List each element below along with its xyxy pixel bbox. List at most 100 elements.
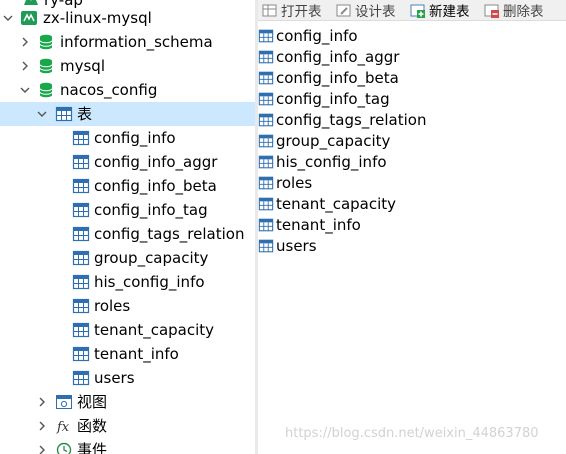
tree-item-database[interactable]: information_schema [0, 30, 255, 54]
table-icon [72, 346, 90, 362]
design-table-icon [336, 4, 351, 16]
object-list-item-label: config_info_aggr [276, 48, 400, 66]
object-list-item[interactable]: config_tags_relation [258, 110, 558, 131]
delete-table-button[interactable]: 删除表 [484, 0, 544, 20]
tree-item-label: 事件 [77, 441, 108, 454]
object-pane: 打开表 设计表 新建表 删除表 config_info config_info_… [258, 0, 566, 454]
tree-item-label: nacos_config [60, 81, 158, 99]
open-table-icon [262, 4, 277, 16]
table-icon [72, 370, 90, 386]
table-icon [258, 176, 274, 190]
new-table-label: 新建表 [429, 4, 470, 20]
object-list-item[interactable]: roles [258, 173, 558, 194]
design-table-button[interactable]: 设计表 [336, 0, 396, 20]
open-table-button[interactable]: 打开表 [262, 0, 322, 20]
tree-item-table[interactable]: roles [0, 294, 255, 318]
tree-item-label: information_schema [60, 33, 213, 51]
watermark: https://blog.csdn.net/weixin_44863780 [285, 426, 539, 441]
chevron-right-icon[interactable] [35, 443, 49, 454]
tree-item-database[interactable]: nacos_config [0, 78, 255, 102]
tree-item-views[interactable]: 视图 [0, 390, 255, 414]
tree-item-label: 表 [77, 105, 93, 123]
tree-item-label: 视图 [77, 393, 108, 411]
tree-item-database[interactable]: mysql [0, 54, 255, 78]
tree-item-label: users [94, 369, 135, 387]
table-icon [258, 134, 274, 148]
tree-item-table[interactable]: config_info [0, 126, 255, 150]
tree-item-connection[interactable]: zx-linux-mysql [0, 6, 255, 30]
table-icon [258, 50, 274, 64]
object-list-item[interactable]: config_info_aggr [258, 47, 558, 68]
object-list-item[interactable]: his_config_info [258, 152, 558, 173]
object-list-item[interactable]: tenant_capacity [258, 194, 558, 215]
tree-item-label: config_info_aggr [94, 153, 218, 171]
tree-item-label: group_capacity [94, 249, 209, 267]
tree-item-table[interactable]: config_info_beta [0, 174, 255, 198]
object-list-item[interactable]: group_capacity [258, 131, 558, 152]
table-icon [258, 239, 274, 253]
tree-item-label: mysql [60, 57, 105, 75]
view-icon [56, 395, 72, 409]
chevron-down-icon[interactable] [18, 83, 32, 97]
object-list-item[interactable]: config_info_tag [258, 89, 558, 110]
table-icon [72, 322, 90, 338]
tree-item-tables-folder[interactable]: 表 [0, 102, 255, 126]
object-list-item-label: config_info [276, 27, 358, 45]
object-list-item[interactable]: users [258, 236, 558, 257]
new-table-icon [410, 4, 425, 18]
mysql-connection-icon [21, 11, 37, 25]
table-icon [72, 130, 90, 146]
table-icon [72, 250, 90, 266]
delete-table-label: 删除表 [503, 4, 544, 20]
tree-item-label: config_info [94, 129, 176, 147]
table-icon [258, 113, 274, 127]
open-table-label: 打开表 [281, 4, 322, 20]
table-icon [72, 202, 90, 218]
table-icon [72, 226, 90, 242]
table-icon [258, 92, 274, 106]
object-list-item[interactable]: config_info [258, 26, 558, 47]
tree-item-table[interactable]: users [0, 366, 255, 390]
tree-item-functions[interactable]: fx 函数 [0, 414, 255, 438]
tree-item-events[interactable]: 事件 [0, 438, 255, 454]
chevron-right-icon[interactable] [18, 59, 32, 73]
chevron-right-icon[interactable] [35, 395, 49, 409]
toolbar: 打开表 设计表 新建表 删除表 [258, 0, 566, 21]
table-icon [258, 71, 274, 85]
tree-item-table[interactable]: tenant_info [0, 342, 255, 366]
table-icon [55, 106, 73, 122]
object-list-item[interactable]: config_info_beta [258, 68, 558, 89]
object-list-item-label: config_tags_relation [276, 111, 427, 129]
object-list-item-label: users [276, 237, 317, 255]
object-list-item-label: config_info_beta [276, 69, 399, 87]
tree-item-label: config_info_beta [94, 177, 217, 195]
chevron-right-icon[interactable] [35, 419, 49, 433]
tree-item-label: roles [94, 297, 131, 315]
delete-table-icon [484, 4, 499, 18]
table-icon [72, 154, 90, 170]
tree-item-table[interactable]: tenant_capacity [0, 318, 255, 342]
database-icon [39, 34, 53, 50]
table-icon [258, 29, 274, 43]
object-list-item-label: config_info_tag [276, 90, 390, 108]
tree-item-table[interactable]: config_info_aggr [0, 150, 255, 174]
tree-item-table[interactable]: his_config_info [0, 270, 255, 294]
tree-item-table[interactable]: group_capacity [0, 246, 255, 270]
table-icon [72, 298, 90, 314]
object-list-item[interactable]: tenant_info [258, 215, 558, 236]
object-list-item-label: tenant_capacity [276, 195, 397, 213]
chevron-down-icon[interactable] [1, 11, 15, 25]
table-icon [258, 155, 274, 169]
svg-text:fx: fx [56, 420, 70, 435]
tree-item-label: 函数 [77, 417, 108, 435]
tree-item-label: zx-linux-mysql [43, 9, 152, 27]
tree-item-table[interactable]: config_tags_relation [0, 222, 255, 246]
chevron-down-icon[interactable] [35, 107, 49, 121]
new-table-button[interactable]: 新建表 [410, 0, 470, 20]
tree-item-label: config_tags_relation [94, 225, 245, 243]
object-list-item-label: his_config_info [276, 153, 387, 171]
chevron-right-icon[interactable] [18, 35, 32, 49]
tree-item-table[interactable]: config_info_tag [0, 198, 255, 222]
database-icon [39, 82, 53, 98]
function-icon: fx [56, 420, 70, 435]
